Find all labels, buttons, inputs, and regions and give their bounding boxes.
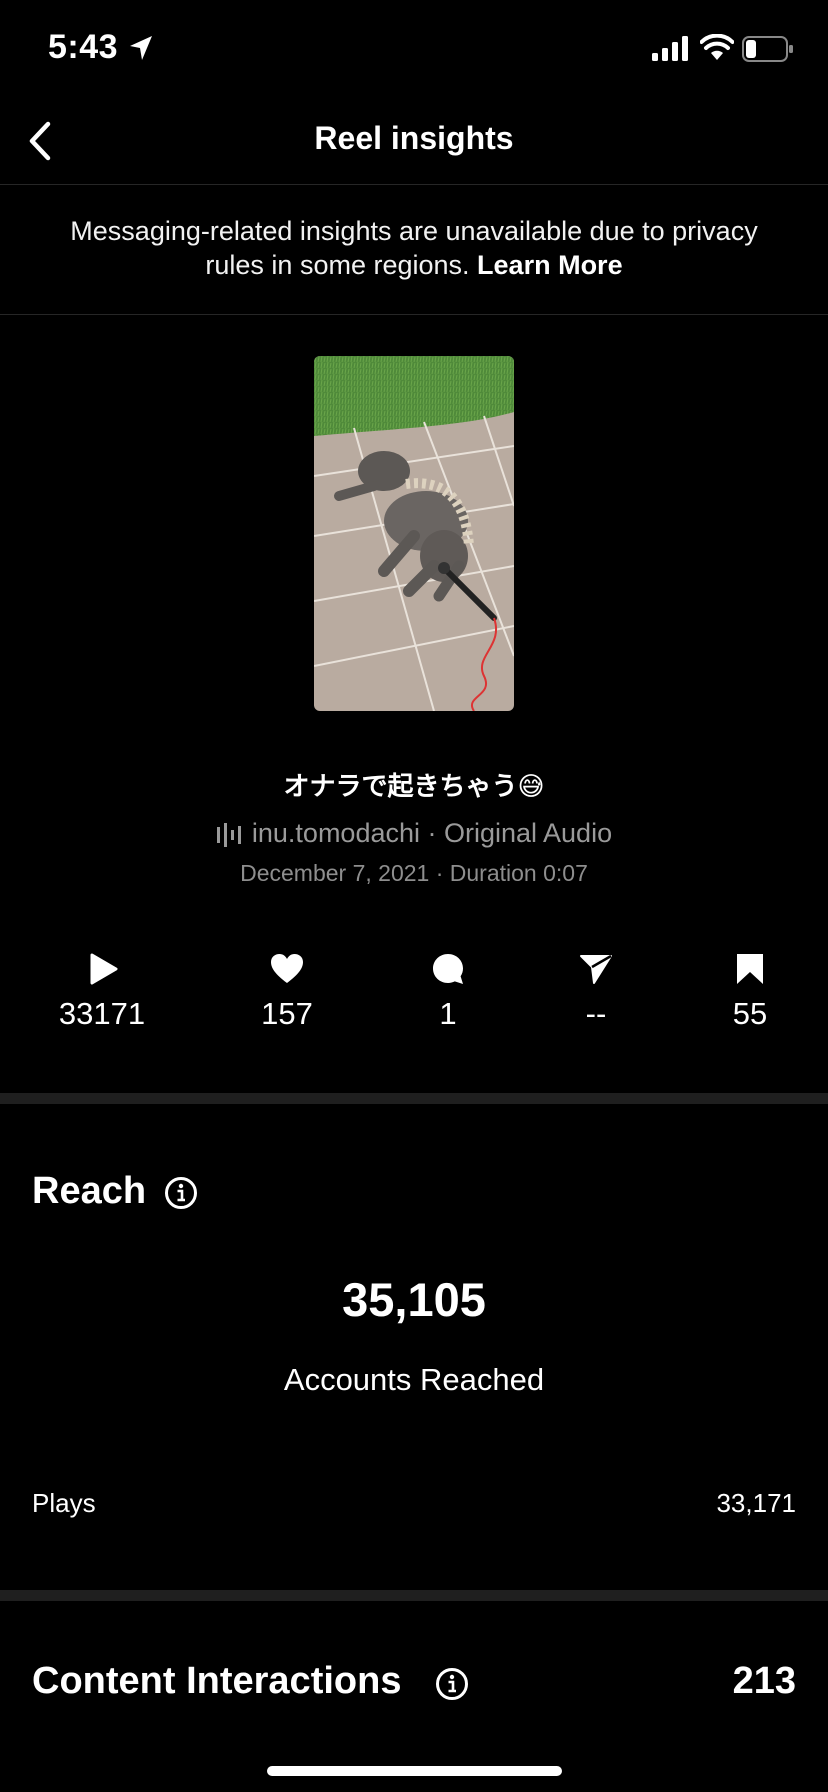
accounts-reached-value: 35,105: [342, 1273, 486, 1326]
likes-metric: 157: [217, 952, 357, 1032]
reel-thumbnail[interactable]: [314, 356, 514, 711]
notice-divider: [0, 314, 828, 315]
content-interactions-title: Content Interactions: [32, 1660, 402, 1702]
privacy-notice-text: Messaging-related insights are unavailab…: [70, 216, 758, 280]
comments-metric: 1: [378, 952, 518, 1032]
learn-more-link[interactable]: Learn More: [477, 250, 623, 280]
battery-icon: [742, 36, 793, 62]
bookmark-icon: [737, 954, 763, 984]
reach-title: Reach: [32, 1170, 147, 1212]
reel-meta: December 7, 2021 · Duration 0:07: [240, 860, 588, 886]
play-icon: [90, 953, 118, 985]
info-icon[interactable]: [164, 1176, 198, 1210]
page-title: Reel insights: [314, 120, 514, 156]
comment-icon: [433, 954, 463, 984]
saves-metric: 55: [680, 952, 820, 1032]
cellular-signal-icon: [652, 36, 688, 61]
location-arrow-icon: [130, 36, 152, 60]
info-icon[interactable]: [435, 1667, 469, 1701]
audio-waveform-icon: [216, 823, 241, 847]
likes-count: 157: [261, 996, 313, 1031]
wifi-icon: [700, 34, 734, 60]
plays-count: 33171: [58, 996, 146, 1031]
reel-caption: オナラで起きちゃう😅: [283, 771, 545, 801]
audio-info[interactable]: inu.tomodachi · Original Audio: [0, 818, 828, 849]
shares-count: --: [585, 996, 607, 1031]
section-divider: [0, 1590, 828, 1601]
comments-count: 1: [439, 996, 457, 1031]
shares-metric: --: [526, 952, 666, 1032]
plays-label: Plays: [32, 1488, 96, 1518]
section-divider: [0, 1093, 828, 1104]
home-indicator[interactable]: [267, 1766, 562, 1776]
audio-label: inu.tomodachi · Original Audio: [251, 818, 613, 848]
plays-value: 33,171: [716, 1488, 796, 1518]
privacy-notice: Messaging-related insights are unavailab…: [60, 214, 768, 282]
content-interactions-value: 213: [732, 1660, 796, 1702]
heart-icon: [271, 954, 303, 983]
accounts-reached-label: Accounts Reached: [283, 1362, 545, 1397]
status-time: 5:43: [48, 28, 119, 66]
plays-metric: 33171: [32, 952, 172, 1032]
share-icon: [580, 954, 612, 984]
nav-divider: [0, 184, 828, 185]
saves-count: 55: [732, 996, 768, 1031]
